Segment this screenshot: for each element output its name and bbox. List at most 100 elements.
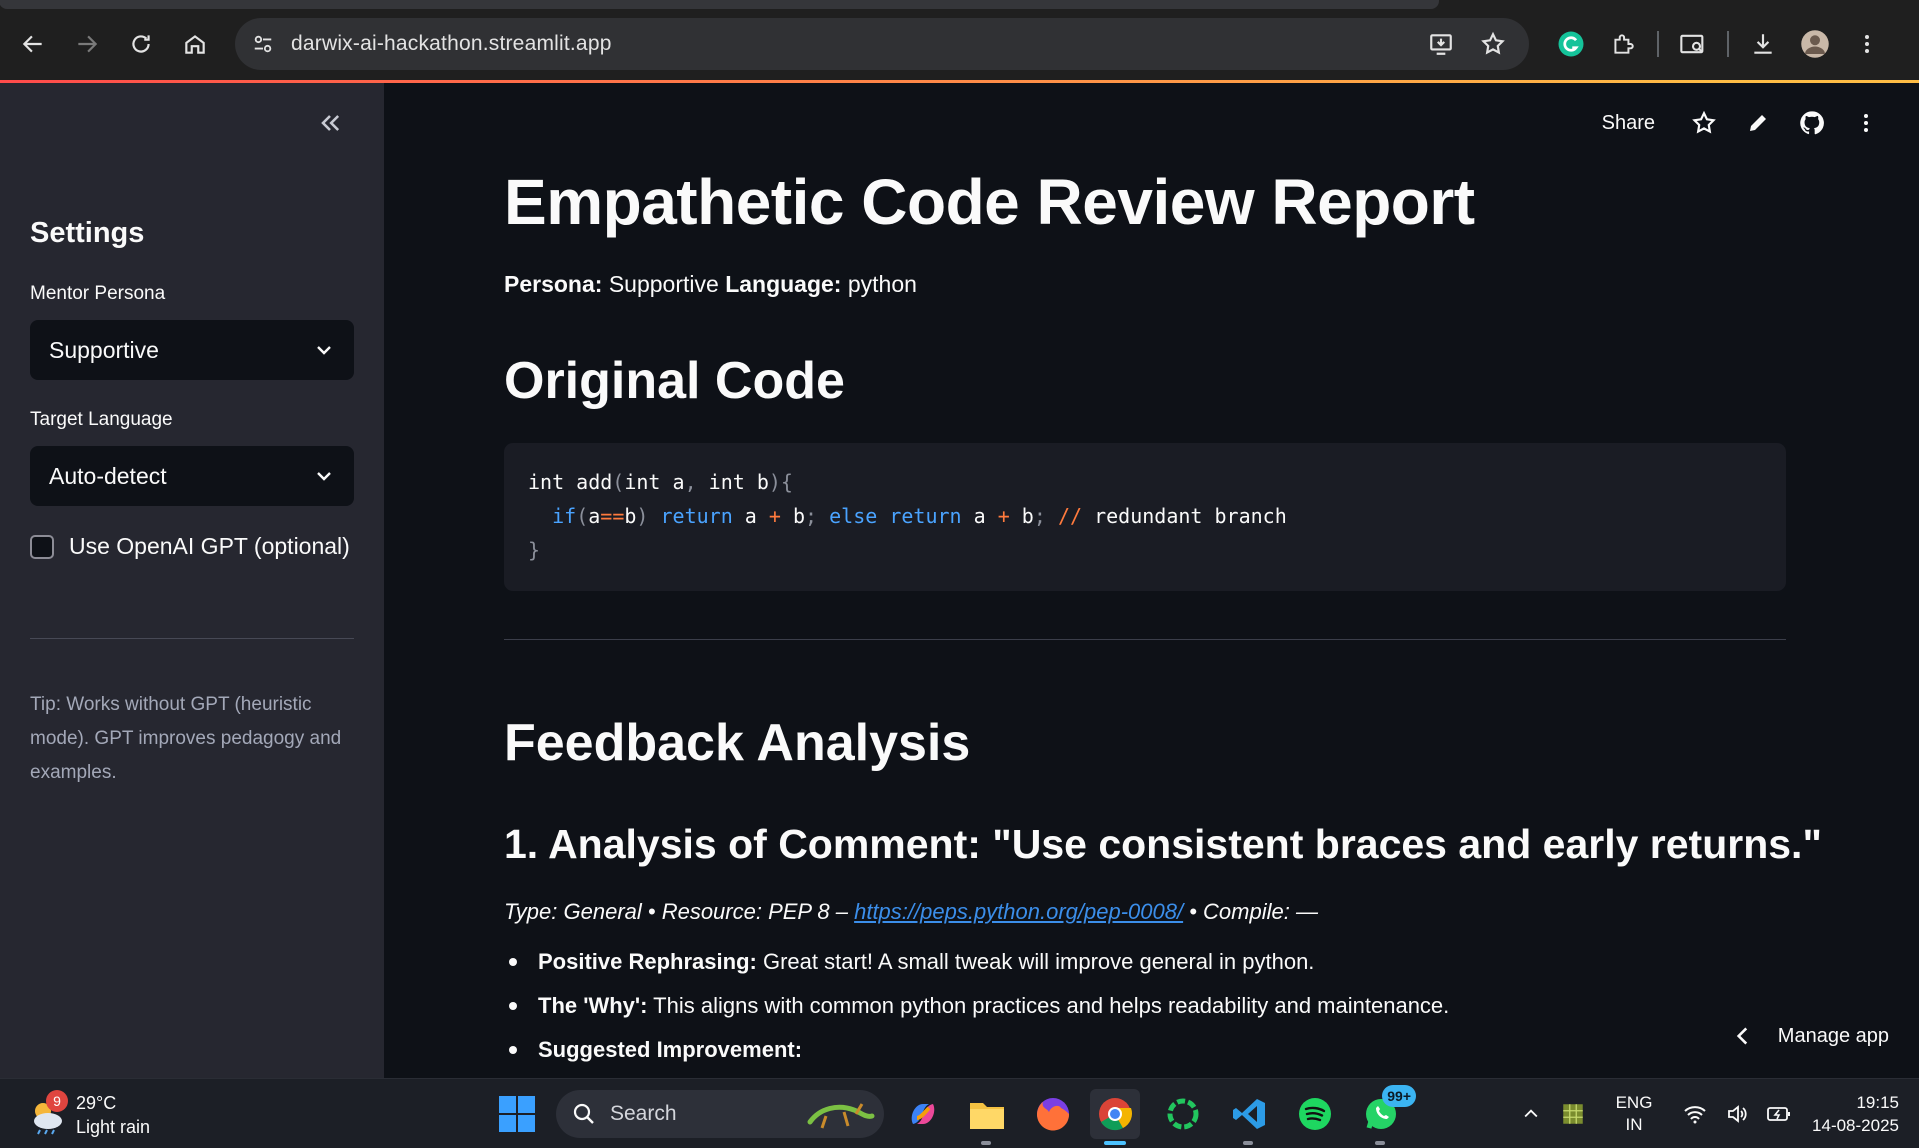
volume-button[interactable] bbox=[1716, 1093, 1758, 1135]
search-label[interactable]: Search bbox=[610, 1102, 677, 1126]
manage-app-button[interactable]: Manage app bbox=[1730, 1023, 1889, 1049]
language-value: python bbox=[847, 271, 917, 297]
url-text[interactable]: darwix-ai-hackathon.streamlit.app bbox=[291, 32, 612, 56]
main-content: Share Empathetic Code Review Report Pers… bbox=[384, 83, 1919, 1078]
list-item: Suggested Improvement: bbox=[504, 1028, 1449, 1072]
back-button[interactable] bbox=[6, 22, 60, 66]
home-button[interactable] bbox=[168, 22, 222, 66]
start-button[interactable] bbox=[496, 1093, 538, 1135]
temperature: 29°C bbox=[76, 1093, 117, 1113]
manage-app-label[interactable]: Manage app bbox=[1778, 1025, 1889, 1048]
language-select[interactable]: Auto-detect bbox=[30, 446, 354, 506]
gpt-checkbox-label[interactable]: Use OpenAI GPT (optional) bbox=[69, 533, 350, 560]
profile-button[interactable] bbox=[1789, 18, 1841, 70]
battery-button[interactable] bbox=[1758, 1093, 1800, 1135]
download-icon bbox=[1754, 34, 1772, 54]
address-bar[interactable]: darwix-ai-hackathon.streamlit.app bbox=[235, 18, 1529, 70]
tab-search-button[interactable] bbox=[1667, 18, 1719, 70]
weather-badge: 9 bbox=[46, 1090, 68, 1112]
chevron-up-icon bbox=[1524, 1109, 1538, 1118]
weather-widget[interactable]: 9 29°C Light rain bbox=[26, 1090, 151, 1139]
chevron-down-icon bbox=[317, 472, 331, 481]
chevron-left-icon bbox=[1736, 1027, 1747, 1045]
firefox-icon bbox=[1037, 1098, 1070, 1131]
feedback-heading: Feedback Analysis bbox=[504, 714, 971, 772]
windows-taskbar: 9 29°C Light rain Search 99+ ENG IN 19:1… bbox=[0, 1078, 1919, 1148]
forward-button[interactable] bbox=[60, 22, 114, 66]
favorite-button[interactable] bbox=[1677, 105, 1731, 141]
persona-select[interactable]: Supportive bbox=[30, 320, 354, 380]
site-info-button[interactable] bbox=[241, 22, 285, 66]
chrome-icon bbox=[1099, 1098, 1133, 1131]
bullet-key: Suggested Improvement: bbox=[538, 1037, 803, 1062]
pep8-link[interactable]: https://peps.python.org/pep-0008/ bbox=[854, 899, 1183, 924]
persona-label: Mentor Persona bbox=[30, 283, 166, 304]
pencil-icon bbox=[1750, 115, 1766, 131]
gpt-checkbox-row[interactable]: Use OpenAI GPT (optional) bbox=[30, 533, 350, 560]
comment-type-line: Type: General • Resource: PEP 8 – https:… bbox=[504, 899, 1318, 925]
section-divider bbox=[504, 639, 1786, 640]
type-line-prefix: Type: General • Resource: PEP 8 – bbox=[504, 899, 855, 924]
home-icon bbox=[185, 35, 205, 54]
downloads-button[interactable] bbox=[1737, 18, 1789, 70]
chrome-menu-button[interactable] bbox=[1841, 18, 1893, 70]
kebab-menu-icon bbox=[1864, 114, 1868, 132]
taskbar-chrome[interactable] bbox=[1090, 1089, 1140, 1145]
speaker-icon bbox=[1728, 1105, 1747, 1123]
github-icon bbox=[1800, 111, 1824, 135]
kebab-menu-icon bbox=[1865, 35, 1869, 53]
gpt-checkbox[interactable] bbox=[30, 534, 54, 559]
original-code-heading: Original Code bbox=[504, 352, 845, 410]
language-key: Language: bbox=[725, 271, 842, 297]
spotify-icon bbox=[1299, 1098, 1331, 1130]
taskbar-spotify[interactable] bbox=[1290, 1089, 1340, 1139]
puzzle-icon bbox=[1614, 34, 1634, 54]
taskbar-firefox[interactable] bbox=[1028, 1089, 1078, 1139]
vscode-icon bbox=[1233, 1099, 1265, 1129]
clock-time: 19:15 bbox=[1856, 1093, 1899, 1112]
taskbar-clock[interactable]: 19:15 14-08-2025 bbox=[1812, 1091, 1899, 1137]
list-item: The 'Why': This aligns with common pytho… bbox=[504, 984, 1449, 1028]
browser-toolbar: darwix-ai-hackathon.streamlit.app bbox=[0, 14, 1919, 74]
tray-app-button[interactable] bbox=[1552, 1093, 1594, 1135]
tab-search-icon bbox=[1680, 34, 1704, 54]
taskbar-circle-app[interactable] bbox=[1158, 1089, 1208, 1139]
extensions-button[interactable] bbox=[1597, 18, 1649, 70]
grammarly-extension-button[interactable] bbox=[1545, 18, 1597, 70]
tune-icon bbox=[254, 35, 272, 53]
comment-heading: 1. Analysis of Comment: "Use consistent … bbox=[504, 821, 1822, 867]
taskbar-copilot[interactable] bbox=[898, 1089, 948, 1139]
sidebar: Settings Mentor Persona Supportive Targe… bbox=[0, 83, 384, 1078]
code-line: int add(int a, int b){ bbox=[528, 470, 793, 494]
reload-button[interactable] bbox=[114, 22, 168, 66]
copilot-icon bbox=[911, 1104, 935, 1124]
page-title: Empathetic Code Review Report bbox=[504, 166, 1475, 238]
input-language-button[interactable]: ENG IN bbox=[1604, 1092, 1664, 1136]
list-item: Positive Rephrasing: Great start! A smal… bbox=[504, 940, 1449, 984]
grammarly-icon bbox=[1558, 31, 1584, 57]
weather-desc: Light rain bbox=[76, 1117, 151, 1137]
taskbar-search[interactable]: Search bbox=[556, 1090, 884, 1138]
taskbar-whatsapp[interactable]: 99+ bbox=[1356, 1085, 1416, 1145]
wifi-button[interactable] bbox=[1674, 1093, 1716, 1135]
edit-button[interactable] bbox=[1731, 105, 1785, 141]
github-button[interactable] bbox=[1785, 105, 1839, 141]
reload-icon bbox=[132, 35, 150, 53]
taskbar-vscode[interactable] bbox=[1224, 1089, 1274, 1145]
show-hidden-icons-button[interactable] bbox=[1510, 1093, 1552, 1135]
clock-date: 14-08-2025 bbox=[1812, 1116, 1899, 1135]
bullet-key: The 'Why': bbox=[538, 993, 648, 1018]
bookmark-button[interactable] bbox=[1471, 22, 1515, 66]
sidebar-title: Settings bbox=[30, 217, 145, 249]
app-menu-button[interactable] bbox=[1839, 105, 1893, 141]
persona-selected-value: Supportive bbox=[49, 336, 159, 363]
report-meta: Persona: Supportive Language: python bbox=[504, 271, 917, 298]
chevron-down-icon bbox=[317, 346, 331, 355]
windows-logo-icon bbox=[499, 1096, 535, 1132]
share-button[interactable]: Share bbox=[1602, 112, 1655, 135]
collapse-sidebar-button[interactable] bbox=[312, 105, 348, 141]
code-line: if(a==b) return a + b; else return a + b… bbox=[552, 504, 1287, 528]
tab-strip bbox=[0, 0, 1919, 10]
taskbar-file-explorer[interactable] bbox=[962, 1089, 1012, 1145]
install-app-button[interactable] bbox=[1419, 22, 1463, 66]
